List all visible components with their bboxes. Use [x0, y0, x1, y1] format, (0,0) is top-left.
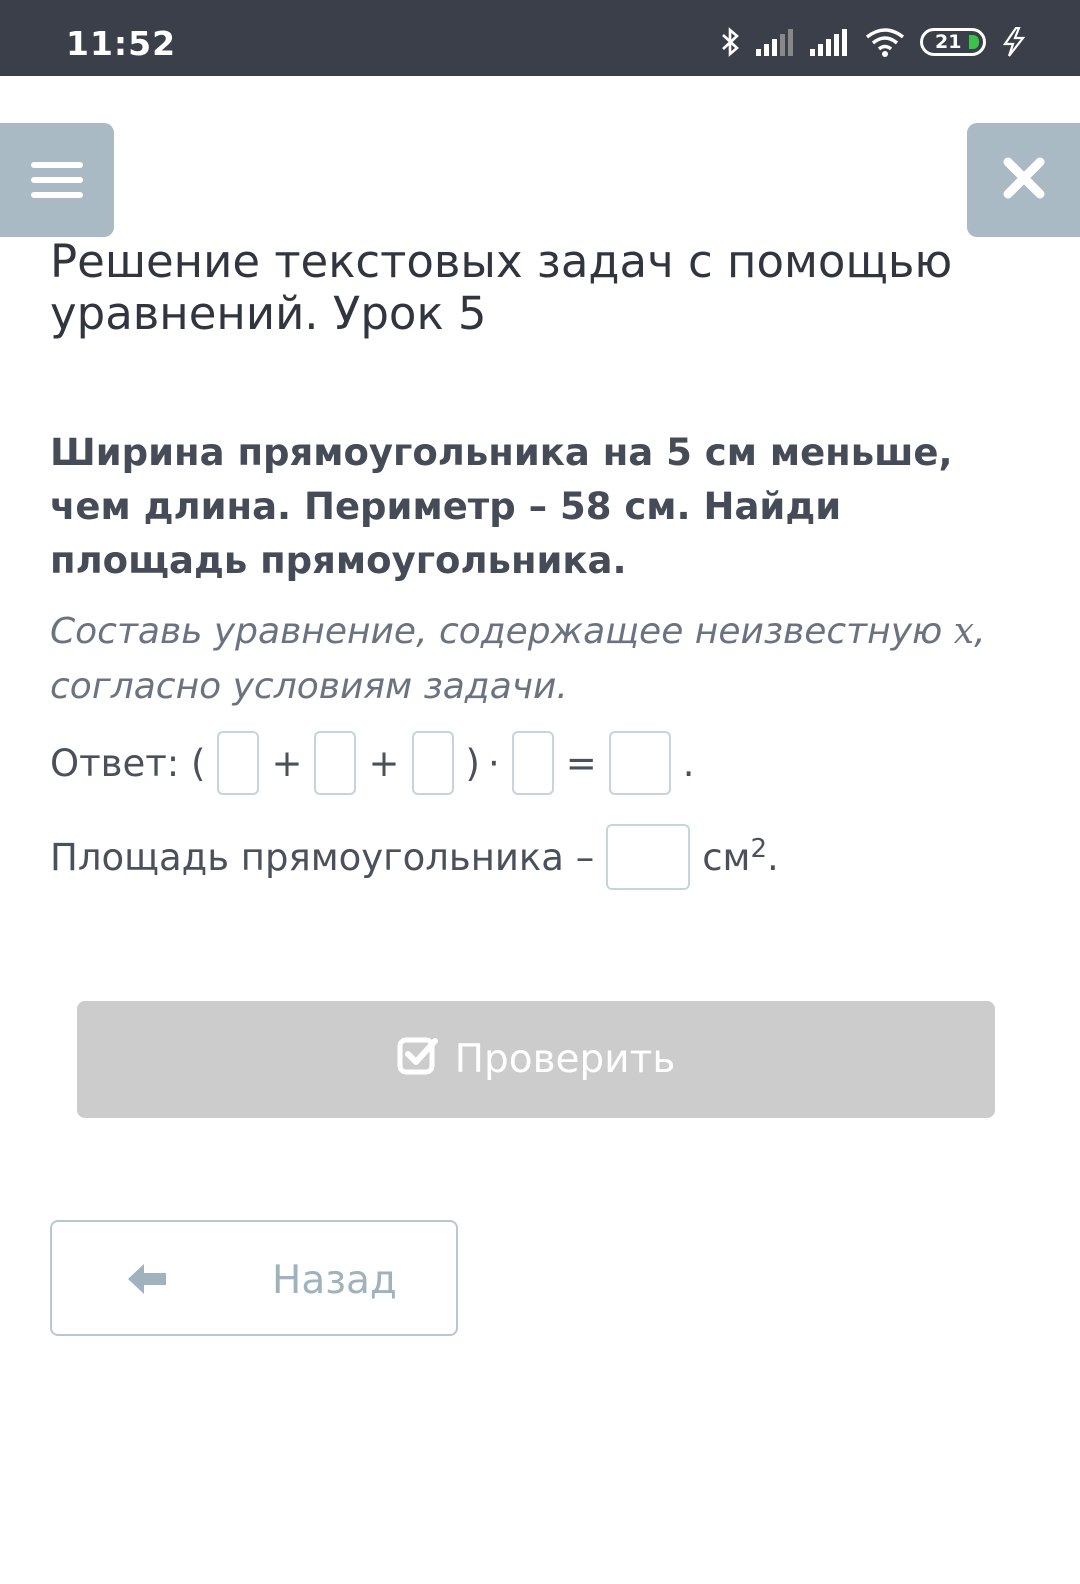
hint-text-start: Составь уравнение, содержащее неизвестну…	[50, 611, 954, 652]
battery-icon: 21	[920, 28, 986, 56]
area-period: .	[767, 835, 779, 879]
charging-icon	[1000, 27, 1028, 57]
status-icons: 21	[720, 26, 1028, 58]
signal-icon	[810, 28, 850, 56]
check-button[interactable]: Проверить	[77, 1001, 995, 1118]
answer-input-2[interactable]	[314, 731, 357, 795]
wifi-icon	[864, 27, 906, 57]
area-unit: см	[702, 835, 751, 879]
equals-sign: =	[565, 741, 597, 785]
answer-input-5[interactable]	[608, 731, 671, 795]
close-button[interactable]	[967, 123, 1080, 237]
back-button-label: Назад	[272, 1258, 397, 1303]
area-unit-power: 2	[750, 834, 768, 864]
menu-button[interactable]	[0, 123, 114, 237]
status-bar: 11:52 21	[0, 0, 1080, 76]
lesson-page: 11:52 21 Решение текстовых задач с помощ…	[0, 0, 1080, 1584]
back-button[interactable]: Назад	[50, 1220, 458, 1336]
plus-sign: +	[271, 741, 303, 785]
menu-icon	[31, 162, 83, 168]
bluetooth-icon	[720, 26, 742, 58]
answer-input-1[interactable]	[217, 731, 260, 795]
task-hint: Составь уравнение, содержащее неизвестну…	[50, 604, 1040, 714]
hint-variable: x	[953, 611, 975, 652]
multiply-sign: ·	[487, 741, 500, 785]
area-answer: Площадь прямоугольника – см 2.	[50, 824, 779, 890]
checkbox-icon	[397, 1035, 439, 1085]
battery-level: 21	[935, 31, 962, 53]
answer-label: Ответ: (	[50, 741, 206, 785]
lesson-title: Решение текстовых задач с помощью уравне…	[50, 235, 953, 340]
area-input[interactable]	[606, 824, 691, 890]
answer-equation: Ответ: ( + + ) · = .	[50, 730, 706, 796]
answer-period: .	[682, 741, 695, 785]
arrow-left-icon	[126, 1262, 168, 1300]
answer-input-4[interactable]	[511, 731, 554, 795]
close-paren: )	[465, 741, 480, 785]
answer-input-3[interactable]	[411, 731, 454, 795]
plus-sign: +	[368, 741, 400, 785]
close-icon	[1003, 157, 1045, 203]
check-button-label: Проверить	[454, 1037, 676, 1082]
signal-icon	[756, 28, 796, 56]
area-label: Площадь прямоугольника –	[50, 835, 595, 879]
task-text: Ширина прямоугольника на 5 см меньше, че…	[50, 431, 953, 582]
status-time: 11:52	[66, 24, 177, 63]
